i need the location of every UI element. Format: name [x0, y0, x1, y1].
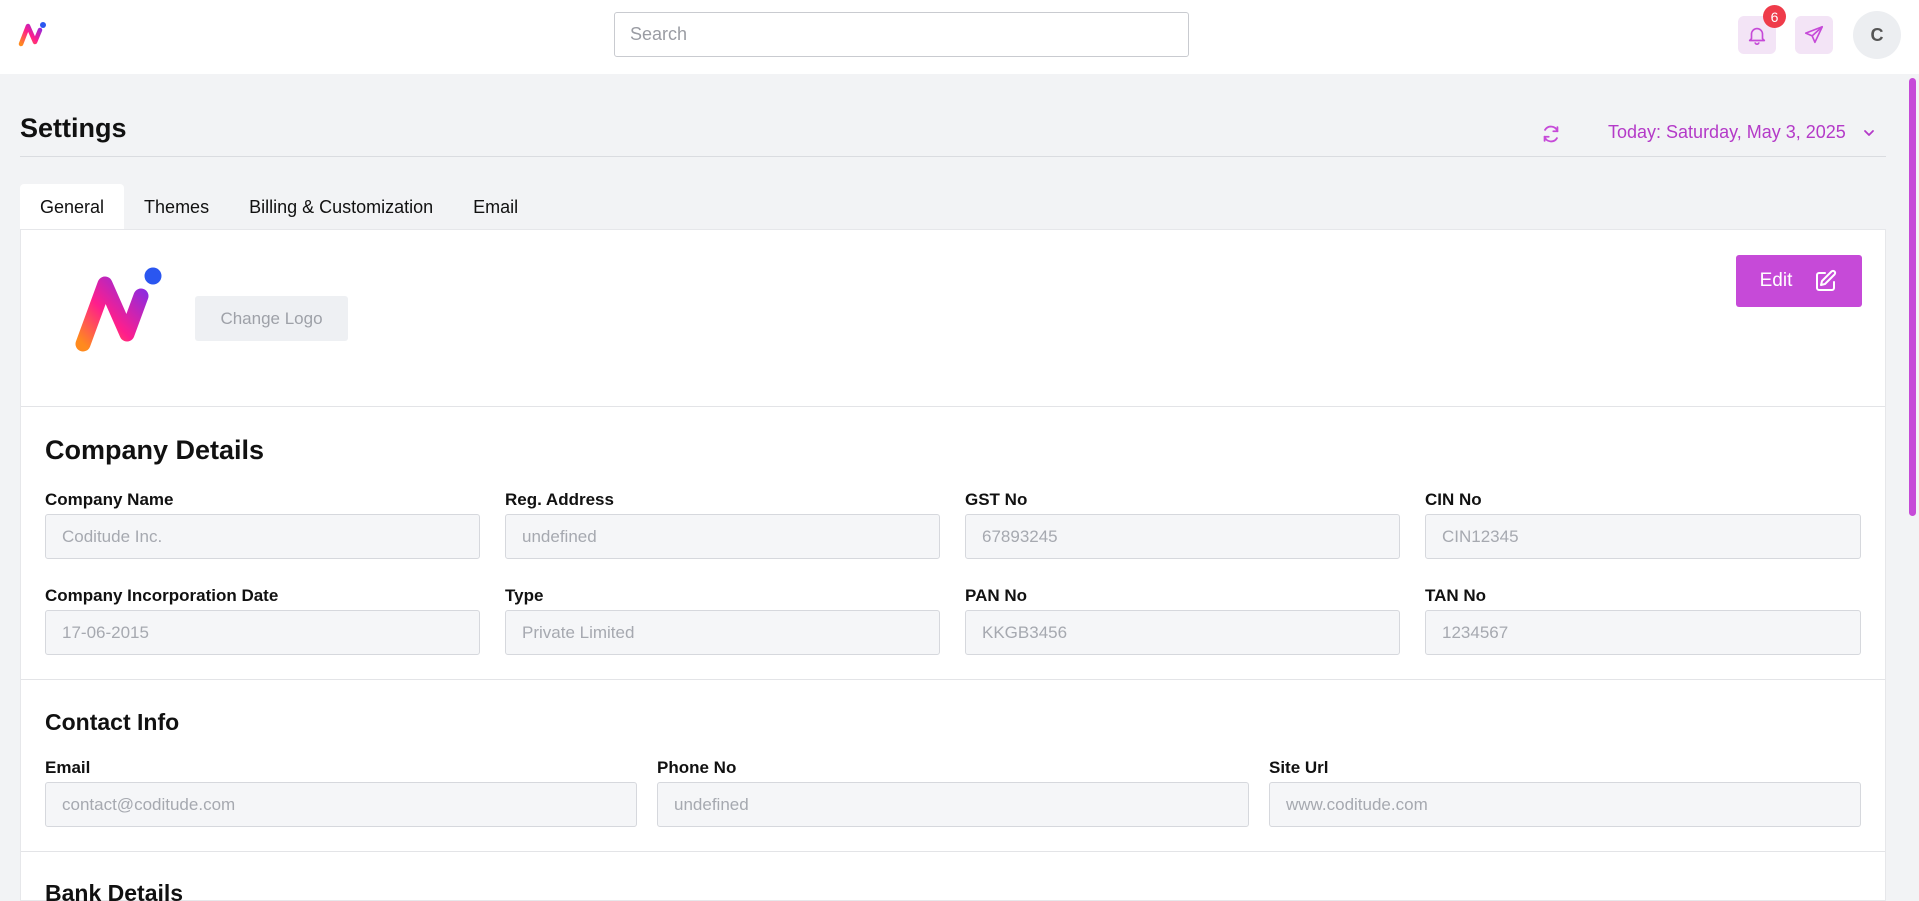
chevron-down-icon — [1863, 129, 1874, 136]
section-divider — [21, 851, 1885, 852]
bank-details-title: Bank Details — [45, 880, 184, 901]
send-button[interactable] — [1795, 16, 1833, 54]
company-logo — [75, 267, 162, 352]
settings-tabs: General Themes Billing & Customization E… — [20, 184, 538, 230]
bell-icon — [1748, 27, 1766, 45]
header-divider — [20, 156, 1886, 157]
cin-no-label: CIN No — [1425, 490, 1482, 509]
date-label: Today: Saturday, May 3, 2025 — [1608, 122, 1846, 142]
tab-email[interactable]: Email — [453, 184, 538, 230]
pan-no-label: PAN No — [965, 586, 1028, 605]
pan-no-field[interactable] — [965, 610, 1400, 655]
site-url-field[interactable] — [1269, 782, 1861, 827]
tab-themes[interactable]: Themes — [124, 184, 229, 230]
type-field[interactable] — [505, 610, 940, 655]
avatar[interactable]: C — [1853, 11, 1901, 59]
edit-icon — [1816, 269, 1837, 291]
type-label: Type — [505, 586, 544, 605]
general-settings-card: Change Logo Edit Company Details Company… — [20, 229, 1886, 901]
send-icon — [1804, 25, 1824, 44]
phone-no-field[interactable] — [657, 782, 1249, 827]
tab-general[interactable]: General — [20, 184, 125, 230]
change-logo-button[interactable]: Change Logo — [195, 296, 348, 341]
gst-no-label: GST No — [965, 490, 1028, 509]
phone-no-label: Phone No — [657, 758, 737, 777]
company-details-title: Company Details — [45, 435, 265, 465]
contact-info-title: Contact Info — [45, 709, 180, 735]
reg-address-field[interactable] — [505, 514, 940, 559]
edit-button-label: Edit — [1759, 270, 1793, 291]
scrollbar-thumb[interactable] — [1909, 78, 1916, 516]
gst-no-field[interactable] — [965, 514, 1400, 559]
edit-button[interactable]: Edit — [1736, 255, 1862, 307]
top-bar: 6 C — [0, 0, 1919, 74]
company-name-field[interactable] — [45, 514, 480, 559]
app-logo-icon[interactable] — [18, 20, 48, 48]
company-name-label: Company Name — [45, 490, 174, 509]
site-url-label: Site Url — [1269, 758, 1329, 777]
tan-no-field[interactable] — [1425, 610, 1861, 655]
page-title: Settings — [20, 113, 127, 143]
tan-no-label: TAN No — [1425, 586, 1487, 605]
incorporation-date-label: Company Incorporation Date — [45, 586, 279, 605]
email-label: Email — [45, 758, 91, 777]
refresh-icon[interactable] — [1540, 123, 1562, 145]
cin-no-field[interactable] — [1425, 514, 1861, 559]
date-dropdown[interactable]: Today: Saturday, May 3, 2025 — [1608, 122, 1876, 143]
section-divider — [21, 679, 1885, 680]
incorporation-date-field[interactable] — [45, 610, 480, 655]
email-field[interactable] — [45, 782, 637, 827]
section-divider — [21, 406, 1885, 407]
reg-address-label: Reg. Address — [505, 490, 614, 509]
notification-badge: 6 — [1763, 5, 1786, 28]
search-input[interactable] — [614, 12, 1189, 57]
tab-billing-customization[interactable]: Billing & Customization — [229, 184, 453, 230]
